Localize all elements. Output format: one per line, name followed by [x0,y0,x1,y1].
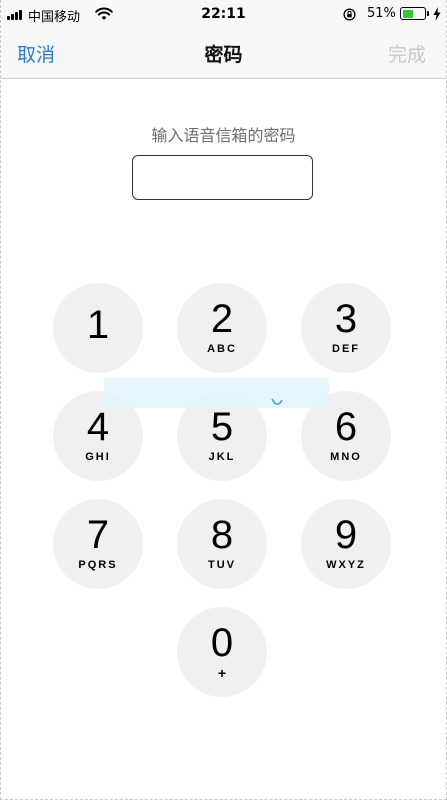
passcode-field[interactable] [132,155,313,200]
battery-level-fill [402,9,414,18]
key-letters: ABC [207,343,237,355]
keypad-key-3[interactable]: 3 DEF [301,283,391,373]
done-button[interactable]: 完成 [388,40,426,67]
key-letters: GHI [85,451,111,463]
key-digit: 3 [334,297,358,341]
keypad-key-2[interactable]: 2 ABC [177,283,267,373]
overlay-swirl-mark [271,398,283,406]
key-letters: MNO [330,451,362,463]
battery-tip [427,11,429,16]
key-digit: 2 [210,297,234,341]
keypad-key-9[interactable]: 9 WXYZ [301,499,391,589]
key-digit: 0 [210,621,234,665]
key-digit: 9 [334,513,358,557]
key-digit: 5 [210,405,234,449]
key-digit: 1 [86,303,110,347]
page-title: 密码 [204,44,243,66]
battery-icon [400,7,426,20]
charging-bolt-icon [433,7,441,21]
passcode-prompt: 输入语音信箱的密码 [151,126,296,145]
key-digit: 8 [210,513,234,557]
key-digit: 6 [334,405,358,449]
key-digit: 7 [86,513,110,557]
rotation-lock-icon [343,8,356,21]
key-letters: DEF [332,343,360,355]
key-letters: WXYZ [326,559,366,571]
key-digit: 4 [86,405,110,449]
keypad-key-8[interactable]: 8 TUV [177,499,267,589]
key-plus-label: + [217,665,227,681]
key-letters: JKL [208,451,236,463]
navigation-bar: 取消 密码 完成 [1,28,446,79]
battery-percentage: 51% [367,6,396,21]
overlay-band [104,378,329,408]
status-bar: 中国移动 22:11 51% [1,0,446,28]
keypad-key-0[interactable]: 0 + [177,607,267,697]
voicemail-passcode-screen: 中国移动 22:11 51% 取消 密码 完成 输入语音信箱的密码 1 2 AB… [0,0,447,800]
key-letters: PQRS [78,559,118,571]
key-letters: TUV [208,559,236,571]
keypad-key-7[interactable]: 7 PQRS [53,499,143,589]
keypad-key-1[interactable]: 1 [53,283,143,373]
